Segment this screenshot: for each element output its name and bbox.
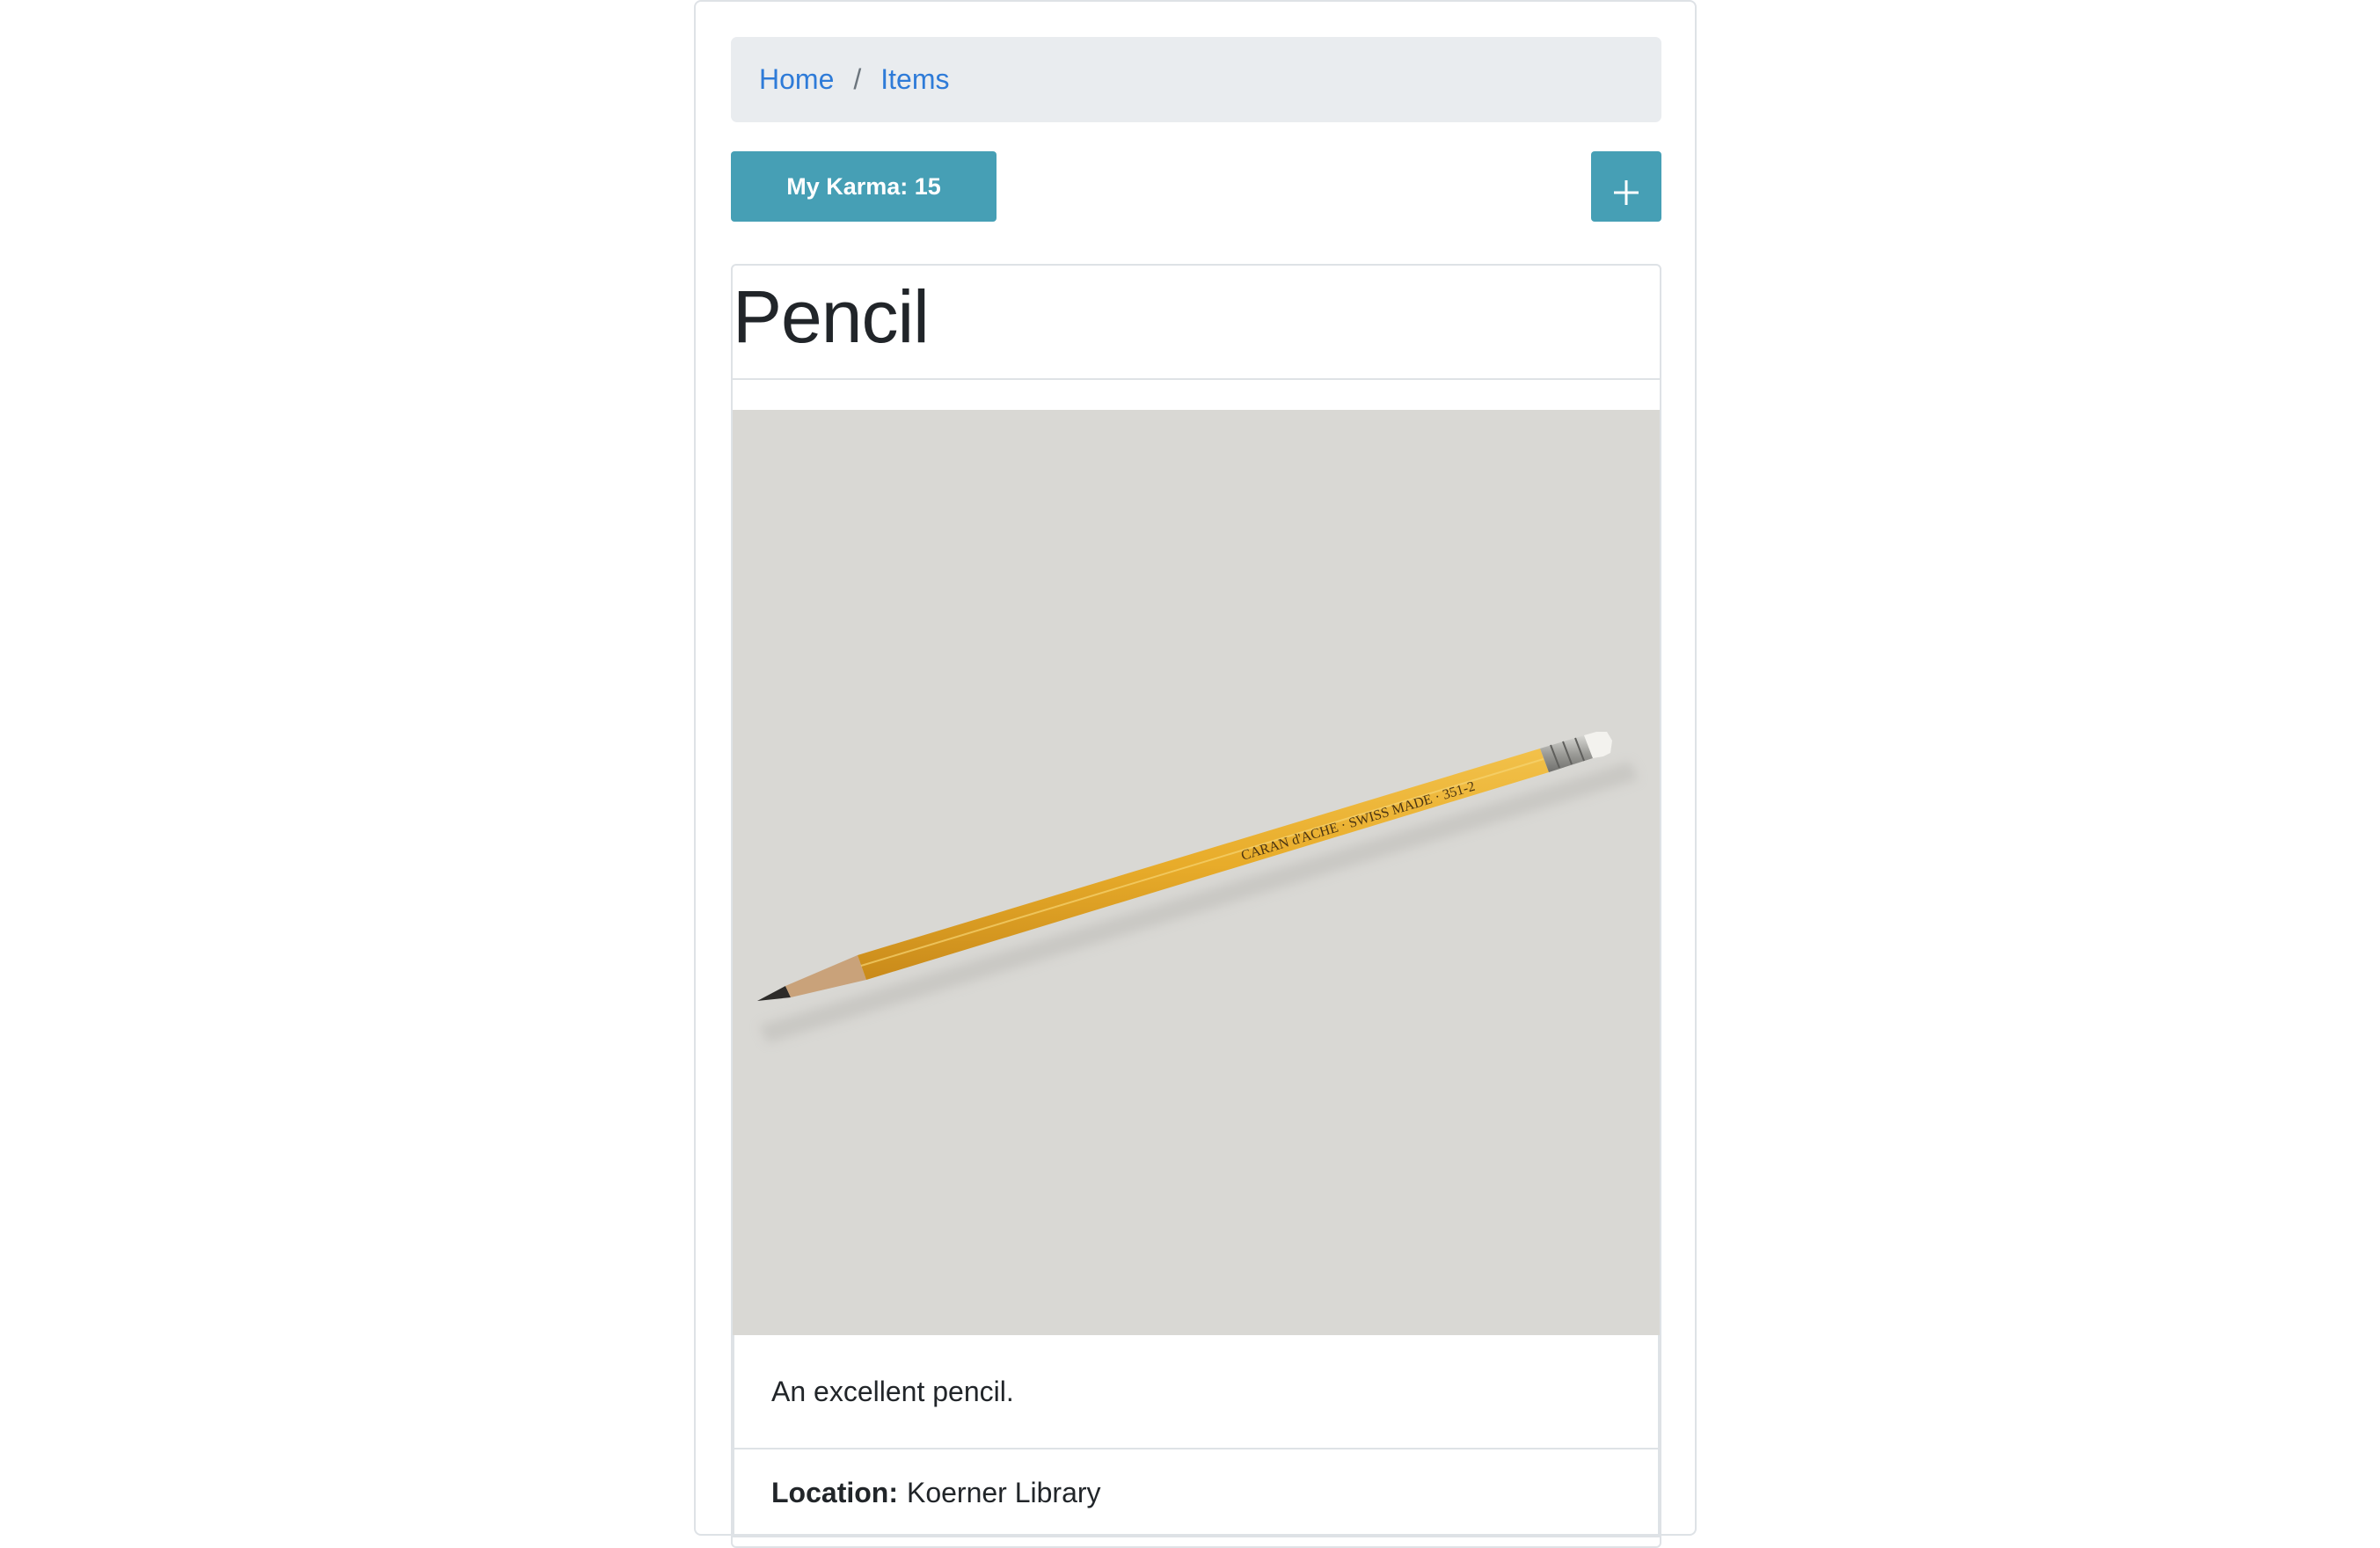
- pencil-image: CARAN d'ACHE · SWISS MADE · 351-2: [757, 732, 1639, 1043]
- item-location: Location: Koerner Library: [733, 1449, 1660, 1537]
- item-description: An excellent pencil.: [733, 1335, 1660, 1449]
- item-card-header: Pencil: [733, 266, 1660, 380]
- breadcrumb-items-link[interactable]: Items: [880, 63, 949, 96]
- karma-button[interactable]: My Karma: 15: [731, 151, 997, 222]
- plus-icon: [1614, 180, 1639, 205]
- item-image: CARAN d'ACHE · SWISS MADE · 351-2: [733, 410, 1660, 1335]
- main-container: Home / Items My Karma: 15 Pencil CARAN d…: [694, 0, 1697, 1548]
- breadcrumb-home-link[interactable]: Home: [759, 63, 834, 96]
- breadcrumb: Home / Items: [731, 37, 1661, 122]
- add-item-button[interactable]: [1591, 151, 1661, 222]
- location-label: Location:: [771, 1476, 898, 1508]
- item-card: Pencil CARAN d'ACHE · SWISS MADE · 351-2…: [731, 264, 1661, 1548]
- item-title: Pencil: [733, 274, 930, 358]
- location-value: Koerner Library: [906, 1476, 1101, 1508]
- breadcrumb-separator: /: [853, 63, 862, 95]
